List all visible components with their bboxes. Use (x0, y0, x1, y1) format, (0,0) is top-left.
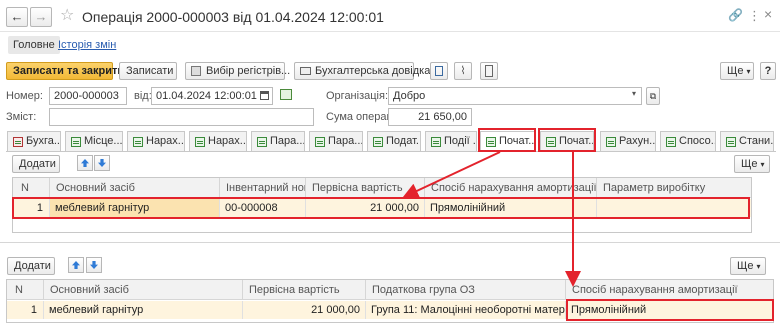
arrow-tab-to-row (402, 151, 501, 199)
annotation-arrows (402, 151, 581, 287)
